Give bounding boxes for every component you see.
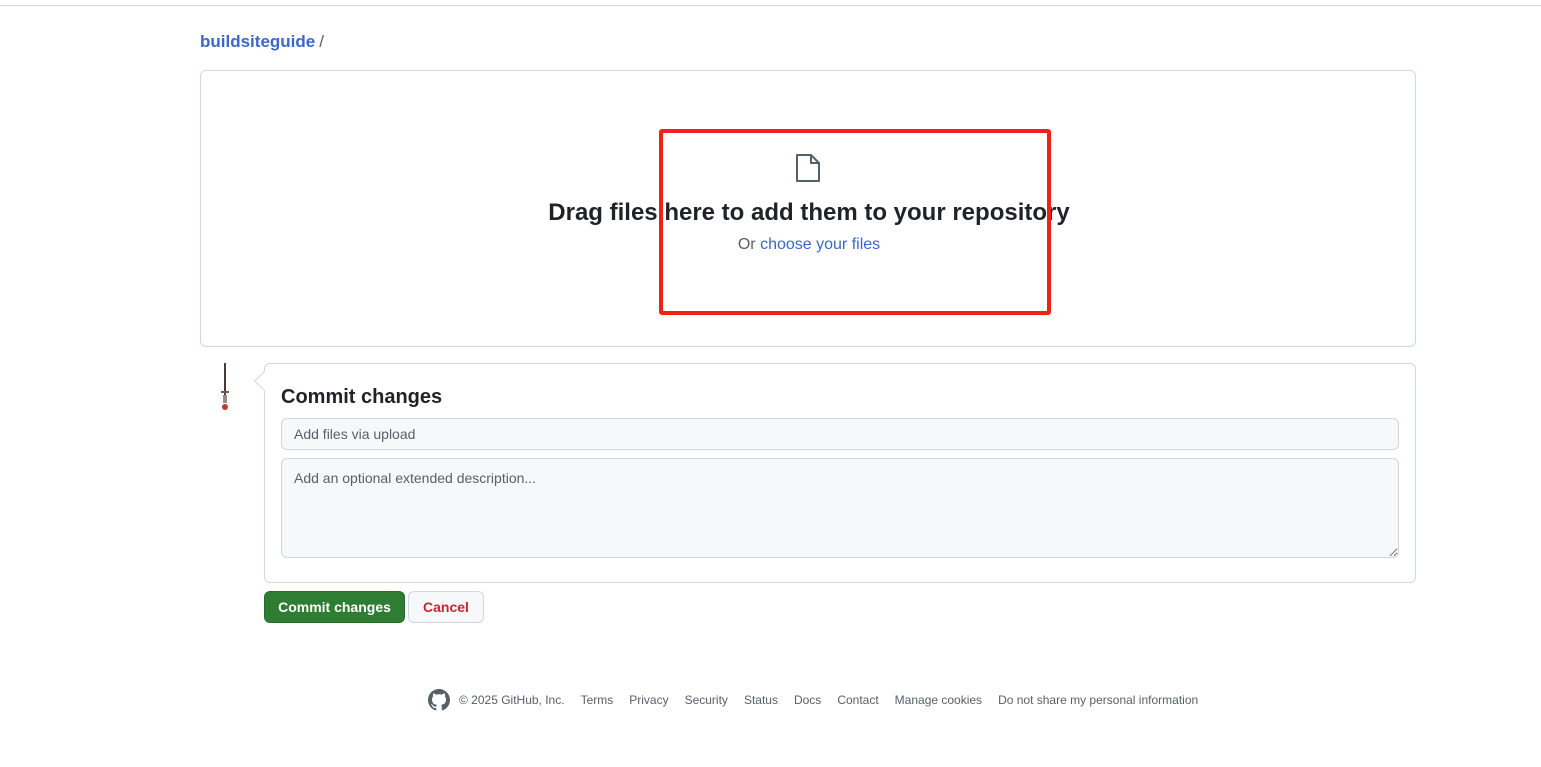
user-avatar [221, 363, 229, 410]
github-logo-icon[interactable] [428, 689, 450, 711]
commit-description-textarea[interactable] [281, 458, 1399, 558]
footer-link-docs[interactable]: Docs [794, 693, 821, 707]
commit-title: Commit changes [281, 386, 443, 408]
footer-copyright: © 2025 GitHub, Inc. [459, 693, 565, 707]
footer-link-status[interactable]: Status [744, 693, 778, 707]
header-divider [0, 5, 1541, 6]
breadcrumb: buildsiteguide / [200, 31, 324, 53]
footer-link-do-not-share[interactable]: Do not share my personal information [998, 693, 1198, 707]
footer-link-manage-cookies[interactable]: Manage cookies [895, 693, 982, 707]
footer-link-terms[interactable]: Terms [581, 693, 614, 707]
commit-message-input[interactable] [281, 418, 1399, 450]
footer-link-security[interactable]: Security [685, 693, 728, 707]
commit-panel: Commit changes [254, 363, 1416, 583]
annotation-highlight-box [659, 129, 1051, 315]
footer-link-contact[interactable]: Contact [837, 693, 878, 707]
commit-panel-caret [254, 371, 274, 391]
footer-link-privacy[interactable]: Privacy [629, 693, 668, 707]
commit-changes-button[interactable]: Commit changes [264, 591, 405, 623]
footer: © 2025 GitHub, Inc. Terms Privacy Securi… [428, 689, 1214, 711]
cancel-button[interactable]: Cancel [408, 591, 484, 623]
breadcrumb-repo-link[interactable]: buildsiteguide [200, 32, 315, 51]
breadcrumb-separator: / [319, 32, 324, 51]
